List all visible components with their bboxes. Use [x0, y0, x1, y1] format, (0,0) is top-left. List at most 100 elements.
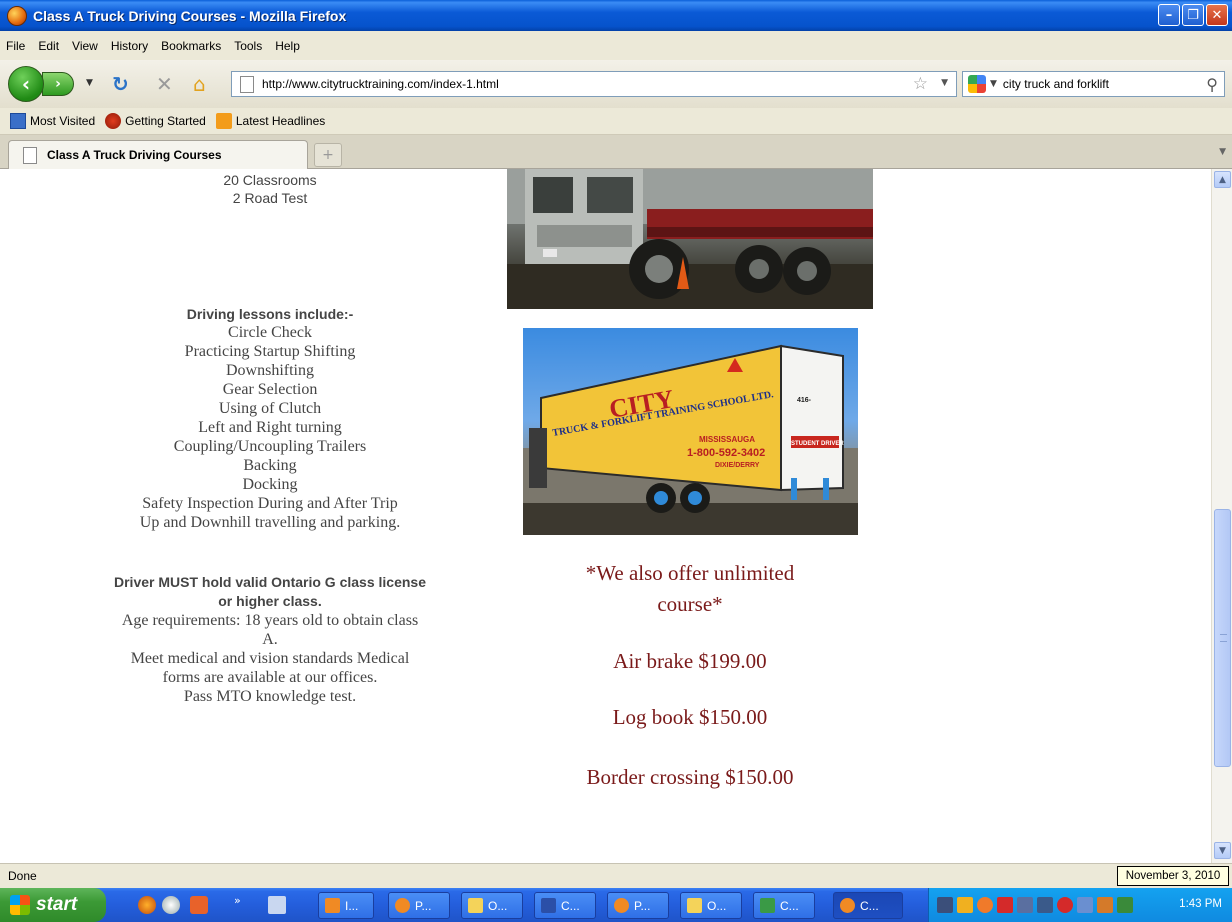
quicklaunch-chrome-icon[interactable] [162, 896, 180, 914]
task-label: C... [780, 898, 799, 913]
task-icon [614, 898, 629, 913]
tray-network-icon[interactable] [1017, 897, 1033, 913]
new-tab-button[interactable]: + [314, 143, 342, 167]
tab-active[interactable]: Class A Truck Driving Courses [8, 140, 308, 169]
bookmark-getting-started[interactable]: Getting Started [105, 113, 206, 129]
address-bar[interactable]: http://www.citytrucktraining.com/index-1… [231, 71, 957, 97]
search-icon[interactable]: ⚲ [1206, 75, 1218, 94]
taskbar-item[interactable]: I... [318, 892, 374, 919]
tab-page-icon [23, 146, 37, 164]
menu-tools[interactable]: Tools [234, 39, 262, 53]
reload-icon[interactable]: ↻ [112, 74, 129, 94]
bookmark-latest-headlines[interactable]: Latest Headlines [215, 113, 325, 129]
back-button[interactable]: ‹ [8, 66, 44, 102]
windows-logo-icon [10, 895, 30, 915]
price-border-crossing: Border crossing $150.00 [586, 765, 794, 789]
forward-button[interactable]: › [42, 72, 74, 96]
system-tray: 1:43 PM [928, 888, 1232, 922]
home-icon[interactable]: ⌂ [193, 74, 206, 94]
trailer-student-driver: STUDENT DRIVER [791, 441, 844, 447]
start-button[interactable]: start [0, 888, 106, 922]
page-content: 20 Classrooms 2 Road Test Driving lesson… [0, 169, 1211, 863]
close-button[interactable]: ✕ [1206, 4, 1228, 26]
google-icon[interactable] [968, 75, 986, 93]
tray-app-icon[interactable] [1097, 897, 1113, 913]
price-log-book: Log book $150.00 [612, 705, 768, 729]
taskbar-item[interactable]: P... [607, 892, 669, 919]
tray-icon[interactable] [937, 897, 953, 913]
task-label: P... [634, 898, 651, 913]
trailer-local-phone: 416- [797, 397, 812, 404]
search-engine-dropdown-icon[interactable]: ▼ [990, 79, 997, 89]
quicklaunch-app-icon[interactable] [190, 896, 208, 914]
tray-mail-icon[interactable] [997, 897, 1013, 913]
taskbar-item[interactable]: P... [388, 892, 450, 919]
requirement-bold: or higher class. [218, 593, 322, 609]
offer-line: course* [657, 592, 723, 616]
search-bar[interactable]: ▼ city truck and forklift ⚲ [962, 71, 1225, 97]
task-label: O... [488, 898, 508, 913]
tray-update-icon[interactable] [1117, 897, 1133, 913]
requirement-line: A. [262, 631, 278, 648]
title-bar: Class A Truck Driving Courses - Mozilla … [0, 0, 1232, 31]
bookmark-label: Most Visited [30, 114, 96, 128]
search-input[interactable]: city truck and forklift [1003, 77, 1109, 91]
price-air-brake: Air brake $199.00 [613, 649, 767, 673]
taskbar-item[interactable]: C... [534, 892, 596, 919]
requirement-line: Pass MTO knowledge test. [183, 688, 357, 705]
taskbar-item[interactable]: C... [753, 892, 815, 919]
task-label: P... [415, 898, 432, 913]
minimize-button[interactable]: – [1158, 4, 1180, 26]
scroll-down-button[interactable]: ▼ [1214, 842, 1231, 859]
quicklaunch-desktop-icon[interactable] [268, 896, 286, 914]
bookmark-star-icon[interactable]: ☆ [913, 74, 928, 94]
taskbar-item[interactable]: O... [680, 892, 742, 919]
tray-key-icon[interactable] [957, 897, 973, 913]
quicklaunch-expand-icon[interactable]: » [234, 894, 241, 907]
requirement-line: Meet medical and vision standards Medica… [130, 650, 410, 667]
lesson-item: Docking [242, 476, 298, 493]
tab-list-dropdown-icon[interactable]: ▼ [1219, 147, 1226, 157]
task-icon [468, 898, 483, 913]
menu-file[interactable]: File [6, 39, 25, 53]
task-label: C... [860, 898, 879, 913]
quicklaunch-firefox-icon[interactable] [138, 896, 156, 914]
rss-icon [215, 113, 232, 129]
lesson-item: Safety Inspection During and After Trip [142, 495, 398, 512]
url-dropdown-icon[interactable]: ▼ [941, 78, 948, 88]
lesson-item: Backing [243, 457, 297, 474]
tray-display-icon[interactable] [1077, 897, 1093, 913]
tray-antivirus-icon[interactable] [1057, 897, 1073, 913]
menu-view[interactable]: View [72, 39, 98, 53]
task-icon [325, 898, 340, 913]
menu-bookmarks[interactable]: Bookmarks [161, 39, 221, 53]
lesson-item: Using of Clutch [218, 400, 322, 417]
lesson-item: Practicing Startup Shifting [184, 343, 356, 360]
truck-photo [507, 169, 873, 309]
lesson-item: Gear Selection [222, 381, 318, 398]
stop-icon[interactable]: ✕ [156, 74, 173, 94]
menu-history[interactable]: History [111, 39, 148, 53]
trailer-photo: CITY TRUCK & FORKLIFT TRAINING SCHOOL LT… [523, 328, 858, 535]
task-icon [840, 898, 855, 913]
tray-clock-icon[interactable] [977, 897, 993, 913]
scroll-grip-icon [1220, 634, 1227, 642]
bookmark-most-visited[interactable]: Most Visited [10, 113, 95, 129]
scroll-up-button[interactable]: ▲ [1214, 171, 1231, 188]
header-line: 2 Road Test [232, 190, 308, 206]
scroll-thumb[interactable] [1214, 509, 1231, 767]
window-title: Class A Truck Driving Courses - Mozilla … [33, 7, 347, 24]
history-dropdown-icon[interactable]: ▼ [86, 78, 93, 88]
vertical-scrollbar[interactable]: ▲ ▼ [1211, 169, 1232, 863]
restore-button[interactable]: ❐ [1182, 4, 1204, 26]
bookmarks-toolbar: Most Visited Getting Started Latest Head… [0, 108, 1232, 135]
menu-edit[interactable]: Edit [38, 39, 59, 53]
taskbar-item[interactable]: O... [461, 892, 523, 919]
page-icon [240, 75, 254, 93]
tray-eye-icon[interactable] [1037, 897, 1053, 913]
taskbar-item-active[interactable]: C... [833, 892, 903, 919]
task-icon [760, 898, 775, 913]
url-text[interactable]: http://www.citytrucktraining.com/index-1… [262, 77, 499, 91]
menu-help[interactable]: Help [275, 39, 300, 53]
firefox-bookmark-icon [105, 113, 122, 129]
